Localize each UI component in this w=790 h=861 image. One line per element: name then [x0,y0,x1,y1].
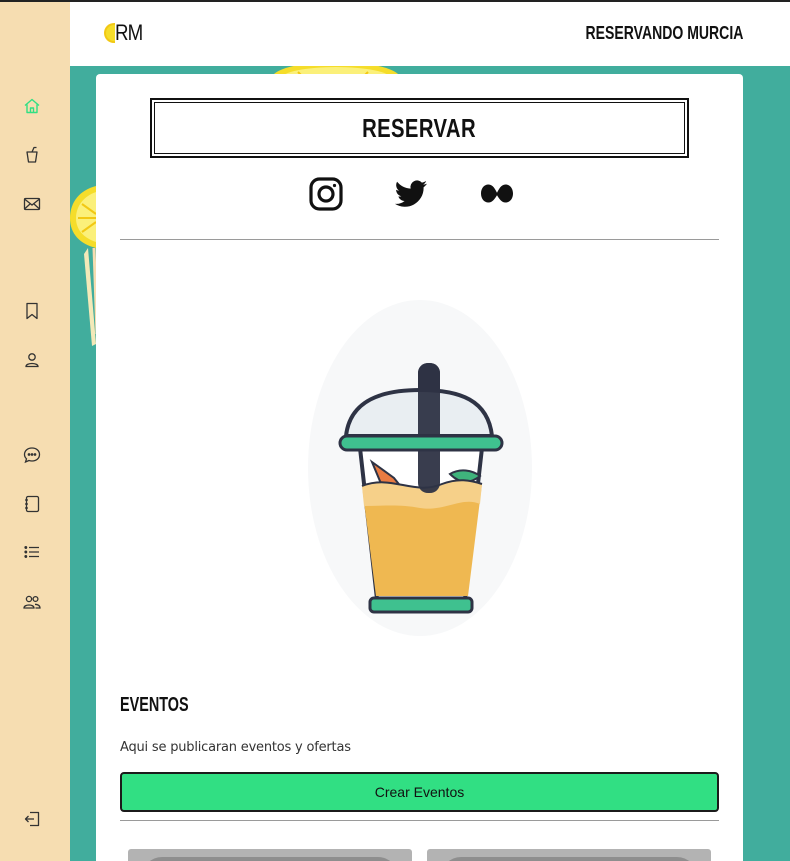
window-top-border [0,0,790,2]
event-image-placeholder [142,857,398,861]
chat-bubble-icon [23,447,41,464]
app-logo[interactable]: RM [104,20,147,46]
iced-drink-illustration [308,300,532,636]
divider-bottom [120,820,719,821]
event-card-2[interactable] [427,849,711,861]
flickr-link[interactable] [479,176,515,212]
notebook-icon [25,495,40,513]
instagram-icon [309,177,343,211]
twitter-icon [394,180,427,207]
bookmark-icon [26,302,38,320]
home-icon [24,98,40,114]
lemon-slice-left-decoration [70,186,98,346]
reserve-button-label: RESERVAR [362,112,477,143]
brand-title: RESERVANDO MURCIA [585,23,743,43]
lemon-logo-icon [104,23,115,43]
sidebar-item-saved[interactable] [23,302,41,320]
event-card-1[interactable] [128,849,412,861]
create-events-button[interactable]: Crear Eventos [120,772,719,812]
divider-top [120,239,719,240]
user-icon [25,353,39,368]
sidebar-item-drinks[interactable] [23,146,41,164]
twitter-link[interactable] [393,176,429,212]
instagram-link[interactable] [308,176,344,212]
events-title: EVENTOS [120,694,189,716]
logo-text: RM [115,20,143,45]
sidebar-item-profile[interactable] [23,351,41,369]
flickr-icon [481,184,513,203]
cup-icon [26,146,38,163]
logout-icon [24,811,40,827]
sidebar-item-notebook[interactable] [23,495,41,513]
reserve-button[interactable]: RESERVAR [150,98,689,158]
main-card: RESERVAR EVENTOS Aqui se publicaran even… [96,74,743,861]
top-header: RM RESERVANDO MURCIA [70,2,790,66]
users-icon [23,595,41,609]
sidebar-item-groups[interactable] [23,593,41,611]
events-subtitle: Aqui se publicaran eventos y ofertas [120,740,351,755]
sidebar-item-messages[interactable] [23,195,41,213]
sidebar-item-chat[interactable] [23,446,41,464]
event-image-placeholder [441,857,697,861]
list-icon [24,546,39,558]
sidebar-item-home[interactable] [23,97,41,115]
sidebar-item-logout[interactable] [23,810,41,828]
sidebar-item-list[interactable] [23,543,41,561]
mail-icon [23,197,41,211]
sidebar [0,0,70,861]
